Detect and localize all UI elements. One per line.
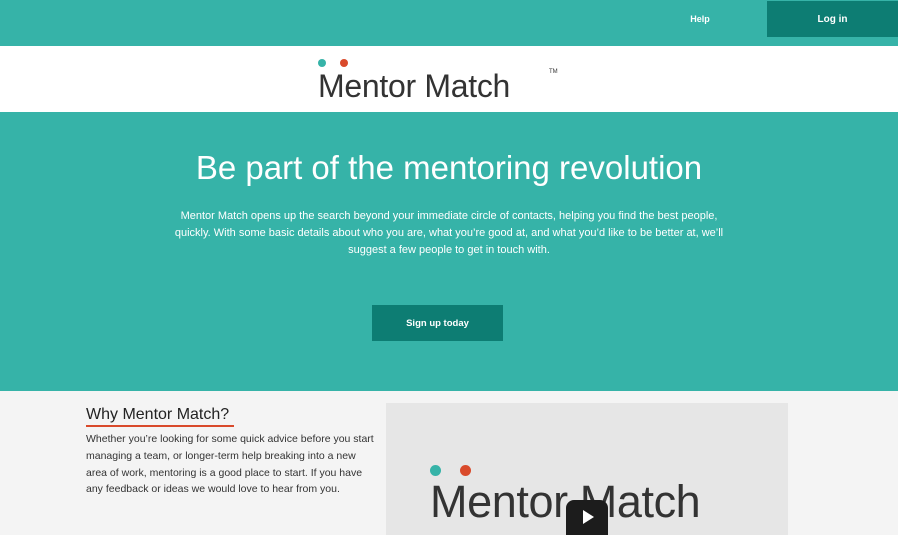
play-button[interactable] [566, 500, 608, 535]
hero-description: Mentor Match opens up the search beyond … [174, 210, 724, 256]
hero-section: Be part of the mentoring revolution Ment… [0, 112, 898, 391]
brand-logo[interactable]: Mentor Match TM [318, 58, 563, 102]
video-logo-dot-teal [430, 465, 441, 476]
play-icon [583, 510, 594, 524]
why-body: Whether you’re looking for some quick ad… [86, 433, 374, 496]
logo-dot-teal [318, 59, 326, 67]
logo-dot-orange [340, 59, 348, 67]
video-logo-dot-orange [460, 465, 471, 476]
login-button[interactable]: Log in [767, 1, 898, 37]
brand-bar: Mentor Match TM [0, 46, 898, 112]
heading-underline [86, 425, 234, 427]
video-player[interactable]: Mentor Match [386, 403, 788, 535]
logo-trademark: TM [549, 69, 558, 75]
top-nav-bar: Help Log in [0, 0, 898, 46]
sign-up-button[interactable]: Sign up today [372, 305, 503, 341]
why-heading: Why Mentor Match? [86, 406, 230, 423]
logo-text: Mentor Match [318, 68, 511, 104]
hero-title: Be part of the mentoring revolution [195, 149, 703, 186]
help-link[interactable]: Help [682, 12, 718, 26]
